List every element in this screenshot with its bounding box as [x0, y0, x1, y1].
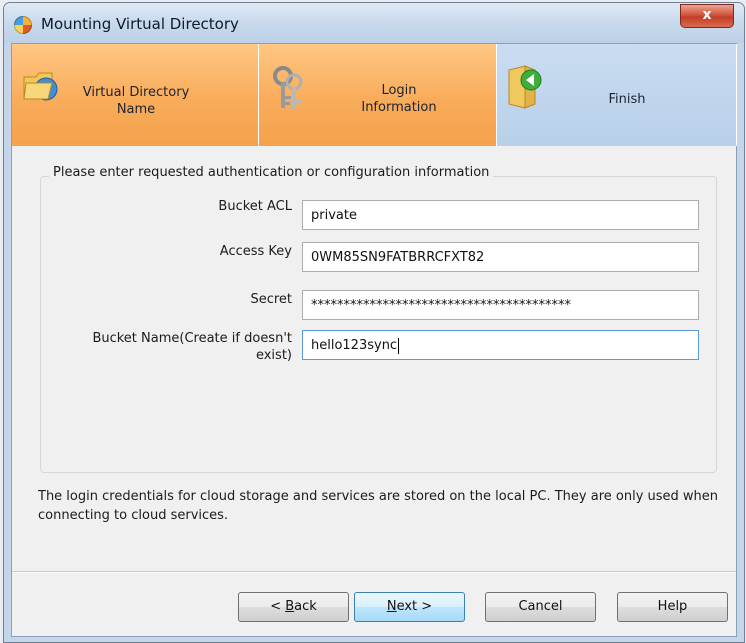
keys-icon: [273, 66, 303, 109]
group-legend: Please enter requested authentication or…: [49, 165, 494, 180]
bucket-name-value: hello123sync: [311, 338, 398, 353]
info-text: The login credentials for cloud storage …: [38, 489, 719, 523]
app-icon: [14, 16, 32, 34]
next-button[interactable]: Next >: [354, 592, 465, 622]
next-button-mnemonic: N: [386, 599, 397, 614]
bucket-name-label: Bucket Name(Create if doesn't exist): [32, 330, 292, 364]
next-button-label-post: ext >: [396, 599, 433, 614]
bucket-acl-field[interactable]: private: [302, 200, 699, 230]
bucket-name-label-line2: exist): [255, 348, 292, 363]
secret-label: Secret: [250, 292, 292, 307]
step-label-line1: Virtual Directory: [82, 85, 190, 100]
wizard-steps: Virtual Directory Name Login Information: [12, 44, 737, 148]
back-button-mnemonic: B: [285, 599, 295, 614]
back-button-label-pre: <: [270, 599, 286, 614]
separator: [12, 571, 736, 573]
access-key-label: Access Key: [219, 244, 292, 259]
window-title: Mounting Virtual Directory: [41, 15, 239, 33]
dialog-window: Mounting Virtual Directory x Virtual Dir…: [3, 2, 745, 643]
step-label-line1: Finish: [608, 92, 646, 107]
step-virtual-directory-name: Virtual Directory Name: [12, 44, 259, 146]
help-button[interactable]: Help: [617, 592, 728, 622]
step-finish: Finish: [497, 44, 737, 146]
step-label-line2: Name: [116, 102, 156, 117]
step-login-information: Login Information: [259, 44, 497, 146]
bucket-acl-label: Bucket ACL: [218, 199, 292, 214]
back-button[interactable]: < Back: [238, 592, 349, 622]
bucket-name-field[interactable]: hello123sync: [302, 330, 699, 360]
close-button[interactable]: x: [680, 4, 734, 28]
text-caret: [398, 337, 400, 354]
finish-folder-icon: [508, 65, 542, 109]
step-label-line2: Information: [361, 100, 437, 115]
access-key-field[interactable]: 0WM85SN9FATBRRCFXT82: [302, 242, 699, 272]
title-bar[interactable]: Mounting Virtual Directory x: [4, 3, 744, 43]
cancel-button[interactable]: Cancel: [485, 592, 596, 622]
bucket-name-label-line1: Bucket Name(Create if doesn't: [92, 331, 292, 346]
secret-field[interactable]: ****************************************: [302, 290, 699, 320]
back-button-label-post: ack: [294, 599, 317, 614]
dialog-client-area: Virtual Directory Name Login Information: [11, 43, 737, 637]
step-label-line1: Login: [381, 83, 417, 98]
